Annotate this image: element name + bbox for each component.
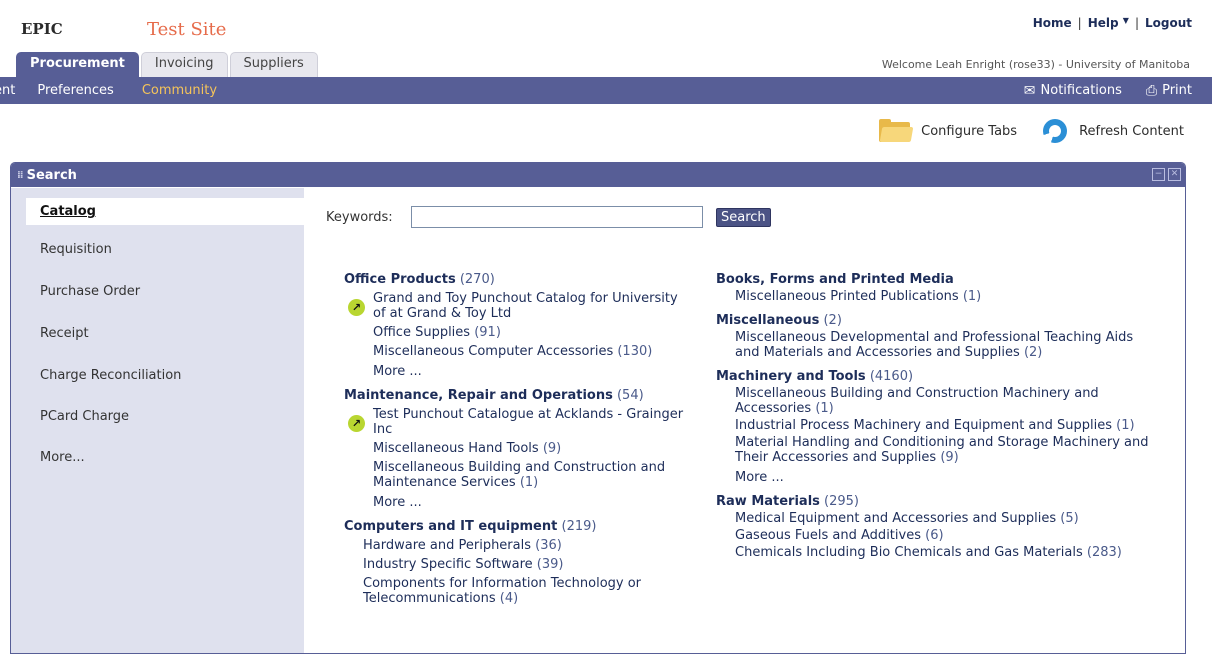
category-title[interactable]: Office Products xyxy=(344,272,456,287)
category-computers: Computers and IT equipment (219) Hardwar… xyxy=(344,519,684,606)
category-title[interactable]: Computers and IT equipment xyxy=(344,519,557,534)
sidebar-item-receipt[interactable]: Receipt xyxy=(26,326,318,341)
sidebar-item-purchase-order[interactable]: Purchase Order xyxy=(26,284,318,299)
punchout-link[interactable]: ↗ Test Punchout Catalogue at Acklands - G… xyxy=(344,407,684,437)
category-title[interactable]: Books, Forms and Printed Media xyxy=(716,272,954,287)
category-miscellaneous: Miscellaneous (2) Miscellaneous Developm… xyxy=(716,313,1156,360)
configure-tabs-label: Configure Tabs xyxy=(921,123,1018,139)
category-count: (219) xyxy=(561,519,597,534)
search-panel: ⁞⁞ Search − ✕ Catalog Requisition Purcha… xyxy=(10,162,1186,654)
punchout-icon: ↗ xyxy=(348,415,365,432)
refresh-content-label: Refresh Content xyxy=(1079,123,1184,139)
sidebar-item-more[interactable]: More... xyxy=(26,450,318,465)
nav-item-community[interactable]: Community xyxy=(142,83,217,98)
category-count: (295) xyxy=(824,494,860,509)
app-logo: EPIC xyxy=(21,20,63,38)
notifications-label: Notifications xyxy=(1040,83,1122,98)
search-sidebar: Catalog Requisition Purchase Order Recei… xyxy=(11,188,304,653)
printer-icon: ⎙ xyxy=(1145,82,1158,99)
subcategory-link[interactable]: Gaseous Fuels and Additives (6) xyxy=(716,528,1156,543)
sidebar-item-charge-reconciliation[interactable]: Charge Reconciliation xyxy=(26,368,318,383)
notifications-button[interactable]: ✉ Notifications xyxy=(1024,83,1122,99)
sub-nav-bar: ent Preferences Community ✉ Notification… xyxy=(0,77,1212,104)
divider: | xyxy=(1134,16,1139,30)
subcategory-link[interactable]: Miscellaneous Building and Construction … xyxy=(344,460,684,490)
category-title[interactable]: Miscellaneous xyxy=(716,313,819,328)
top-links: Home | Help ▼ | Logout xyxy=(1033,16,1192,30)
subcategory-link[interactable]: Components for Information Technology or… xyxy=(344,576,684,606)
subcategory-link[interactable]: Chemicals Including Bio Chemicals and Ga… xyxy=(716,545,1156,560)
catalog-column-left: Office Products (270) ↗ Grand and Toy Pun… xyxy=(344,272,684,615)
punchout-link[interactable]: ↗ Grand and Toy Punchout Catalog for Univ… xyxy=(344,291,684,321)
category-count: (2) xyxy=(823,313,842,328)
tab-suppliers[interactable]: Suppliers xyxy=(229,52,318,77)
refresh-icon xyxy=(1043,119,1068,143)
category-title[interactable]: Machinery and Tools xyxy=(716,369,866,384)
search-button[interactable]: Search xyxy=(716,208,771,227)
panel-title: Search xyxy=(26,167,77,183)
print-button[interactable]: ⎙ Print xyxy=(1146,83,1192,99)
sidebar-item-catalog[interactable]: Catalog xyxy=(26,198,304,225)
subcategory-link[interactable]: Hardware and Peripherals (36) xyxy=(344,538,684,553)
tab-procurement[interactable]: Procurement xyxy=(16,52,139,77)
subcategory-link[interactable]: Office Supplies (91) xyxy=(344,325,684,340)
category-title[interactable]: Maintenance, Repair and Operations xyxy=(344,388,613,403)
subcategory-link[interactable]: Miscellaneous Computer Accessories (130) xyxy=(344,344,684,359)
divider: | xyxy=(1077,16,1082,30)
drag-handle-icon[interactable]: ⁞⁞ xyxy=(17,170,24,181)
catalog-column-right: Books, Forms and Printed Media Miscellan… xyxy=(716,272,1156,569)
sidebar-item-requisition[interactable]: Requisition xyxy=(26,242,318,257)
punchout-icon: ↗ xyxy=(348,299,365,316)
more-link[interactable]: More ... xyxy=(344,364,684,379)
subcategory-link[interactable]: Miscellaneous Building and Construction … xyxy=(716,386,1156,416)
category-count: (54) xyxy=(616,388,644,403)
category-machinery: Machinery and Tools (4160) Miscellaneous… xyxy=(716,369,1156,485)
more-link[interactable]: More ... xyxy=(344,495,684,510)
panel-header[interactable]: ⁞⁞ Search − ✕ xyxy=(11,163,1185,187)
category-office-products: Office Products (270) ↗ Grand and Toy Pun… xyxy=(344,272,684,379)
subcategory-link[interactable]: Miscellaneous Developmental and Professi… xyxy=(716,330,1156,360)
envelope-icon: ✉ xyxy=(1023,82,1036,99)
welcome-text: Welcome Leah Enright (rose33) - Universi… xyxy=(881,58,1190,71)
category-count: (270) xyxy=(459,272,495,287)
close-icon[interactable]: ✕ xyxy=(1168,168,1181,181)
site-name: Test Site xyxy=(147,19,227,40)
home-link[interactable]: Home xyxy=(1033,16,1072,30)
category-raw-materials: Raw Materials (295) Medical Equipment an… xyxy=(716,494,1156,560)
toolbar: Configure Tabs Refresh Content xyxy=(853,119,1184,143)
folder-icon xyxy=(879,119,914,143)
main-tabs: Procurement Invoicing Suppliers xyxy=(16,52,320,77)
tab-invoicing[interactable]: Invoicing xyxy=(140,52,228,77)
category-count: (4160) xyxy=(869,369,914,384)
caret-down-icon: ▼ xyxy=(1122,16,1129,25)
subcategory-link[interactable]: Industrial Process Machinery and Equipme… xyxy=(716,418,1156,433)
more-link[interactable]: More ... xyxy=(716,470,1156,485)
category-books: Books, Forms and Printed Media Miscellan… xyxy=(716,272,1156,304)
keywords-label: Keywords: xyxy=(326,210,393,225)
print-label: Print xyxy=(1162,83,1192,98)
refresh-content-button[interactable]: Refresh Content xyxy=(1043,119,1184,143)
category-title[interactable]: Raw Materials xyxy=(716,494,820,509)
category-mro: Maintenance, Repair and Operations (54) … xyxy=(344,388,684,510)
subcategory-link[interactable]: Medical Equipment and Accessories and Su… xyxy=(716,511,1156,526)
search-main: Keywords: Search Office Products (270) ↗… xyxy=(304,188,1185,653)
help-link[interactable]: Help ▼ xyxy=(1088,16,1129,30)
subcategory-link[interactable]: Industry Specific Software (39) xyxy=(344,557,684,572)
keywords-input[interactable] xyxy=(411,206,703,228)
nav-item-preferences[interactable]: Preferences xyxy=(37,83,113,98)
subcategory-link[interactable]: Material Handling and Conditioning and S… xyxy=(716,435,1156,465)
configure-tabs-button[interactable]: Configure Tabs xyxy=(879,119,1017,143)
nav-item-clipped[interactable]: ent xyxy=(0,83,15,98)
minimize-icon[interactable]: − xyxy=(1152,168,1165,181)
sidebar-item-pcard-charge[interactable]: PCard Charge xyxy=(26,409,318,424)
logout-link[interactable]: Logout xyxy=(1145,16,1192,30)
subcategory-link[interactable]: Miscellaneous Printed Publications (1) xyxy=(716,289,1156,304)
subcategory-link[interactable]: Miscellaneous Hand Tools (9) xyxy=(344,441,684,456)
